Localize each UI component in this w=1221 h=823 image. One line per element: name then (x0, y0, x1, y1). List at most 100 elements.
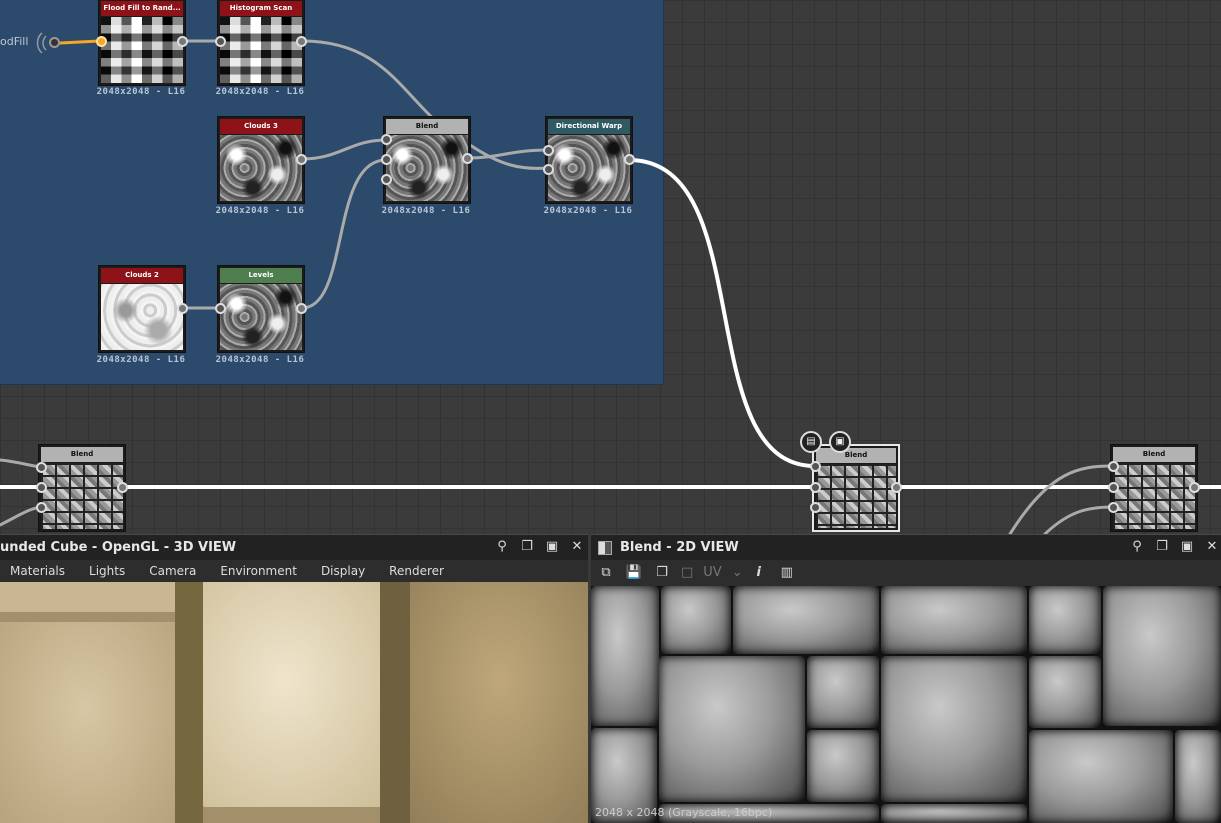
menu-lights[interactable]: Lights (89, 564, 125, 578)
output-port[interactable] (177, 303, 188, 314)
input-port[interactable] (381, 174, 392, 185)
output-port[interactable] (177, 36, 188, 47)
node-thumbnail (220, 284, 302, 350)
node-title: Histogram Scan (220, 1, 302, 16)
uv-display-icon[interactable]: □ (681, 564, 693, 582)
float-icon[interactable]: ❐ (1154, 539, 1170, 555)
copy-icon[interactable]: ❐ (653, 564, 671, 582)
node-title: Clouds 2 (101, 268, 183, 283)
input-port[interactable] (1108, 482, 1119, 493)
menu-bar-3d: Materials Lights Camera Environment Disp… (0, 560, 588, 582)
input-port[interactable] (215, 303, 226, 314)
input-port[interactable] (96, 36, 107, 47)
node-thumbnail (1113, 463, 1195, 529)
node-levels[interactable]: Levels (217, 265, 305, 353)
menu-renderer[interactable]: Renderer (389, 564, 444, 578)
stone-gap (380, 582, 410, 823)
viewport-3d[interactable] (0, 582, 588, 823)
input-port[interactable] (810, 482, 821, 493)
texture-slab (1175, 730, 1221, 823)
frame-input-port[interactable] (49, 37, 60, 48)
input-port[interactable] (36, 502, 47, 513)
maximize-icon[interactable]: ▣ (1179, 539, 1195, 555)
input-port[interactable] (810, 502, 821, 513)
node-resolution: 2048x2048 - L16 (381, 206, 471, 216)
menu-camera[interactable]: Camera (149, 564, 196, 578)
output-port[interactable] (296, 154, 307, 165)
texture-slab (1029, 586, 1101, 654)
input-port[interactable] (1108, 461, 1119, 472)
input-port[interactable] (36, 462, 47, 473)
node-blend-inner[interactable]: Blend (383, 116, 471, 204)
stone-gap (175, 582, 203, 823)
menu-display[interactable]: Display (321, 564, 365, 578)
node-clouds-2[interactable]: Clouds 2 (98, 265, 186, 353)
uv-dropdown[interactable]: UV (703, 564, 721, 582)
node-thumbnail (101, 17, 183, 83)
texture-slab (807, 656, 879, 728)
output-port[interactable] (296, 36, 307, 47)
panel-3d-view: unded Cube - OpenGL - 3D VIEW ⚲ ❐ ▣ ✕ Ma… (0, 534, 588, 823)
node-thumbnail (386, 135, 468, 201)
output-port[interactable] (296, 303, 307, 314)
viewport-2d[interactable]: 2048 x 2048 (Grayscale, 16bpc) (591, 586, 1221, 823)
pin-icon[interactable]: ⚲ (1129, 539, 1145, 555)
node-flood-fill-to-random[interactable]: Flood Fill to Rand... (98, 0, 186, 86)
output-port[interactable] (462, 153, 473, 164)
info-icon[interactable]: i (750, 564, 768, 582)
save-icon[interactable]: 💾 (625, 564, 643, 582)
node-title: Clouds 3 (220, 119, 302, 134)
output-port[interactable] (624, 154, 635, 165)
node-title: Blend (816, 448, 896, 463)
checker-icon[interactable]: ▣ (829, 431, 851, 453)
node-thumbnail (220, 17, 302, 83)
node-blend-right[interactable]: Blend (1110, 444, 1198, 532)
toolbar-2d: ⧉ 💾 ❐ □ UV ⌄ i ▥ (591, 560, 1221, 586)
panel-2d-title: Blend - 2D VIEW (591, 534, 1221, 561)
close-icon[interactable]: ✕ (569, 539, 585, 555)
document-icon[interactable]: ▤ (800, 431, 822, 453)
export-icon[interactable]: ⧉ (597, 564, 615, 582)
float-icon[interactable]: ❐ (519, 539, 535, 555)
frame-input-label: odFill (0, 35, 29, 48)
output-port[interactable] (117, 482, 128, 493)
texture-slab (591, 586, 659, 726)
node-histogram-scan[interactable]: Histogram Scan (217, 0, 305, 86)
node-title: Blend (386, 119, 468, 134)
output-port[interactable] (1189, 482, 1200, 493)
node-resolution: 2048x2048 - L16 (215, 206, 305, 216)
input-port[interactable] (543, 145, 554, 156)
maximize-icon[interactable]: ▣ (544, 539, 560, 555)
node-clouds-3[interactable]: Clouds 3 (217, 116, 305, 204)
histogram-icon[interactable]: ▥ (778, 564, 796, 582)
menu-materials[interactable]: Materials (10, 564, 65, 578)
node-graph-canvas[interactable]: odFill Flood Fill to Rand... 2048x2048 -… (0, 0, 1221, 534)
pin-icon[interactable]: ⚲ (494, 539, 510, 555)
node-title: Blend (1113, 447, 1195, 462)
input-port[interactable] (215, 36, 226, 47)
node-thumbnail (101, 284, 183, 350)
node-blend-left[interactable]: Blend (38, 444, 126, 532)
panel-2d-view: Blend - 2D VIEW ⚲ ❐ ▣ ✕ ⧉ 💾 ❐ □ UV ⌄ i ▥… (591, 534, 1221, 823)
input-port[interactable] (543, 164, 554, 175)
stone-tile (0, 622, 180, 823)
node-title: Flood Fill to Rand... (101, 1, 183, 16)
input-port[interactable] (36, 482, 47, 493)
input-port[interactable] (1108, 502, 1119, 513)
input-port[interactable] (810, 461, 821, 472)
chevron-down-icon: ⌄ (731, 565, 743, 580)
output-port[interactable] (891, 482, 902, 493)
texture-slab (733, 586, 879, 654)
menu-environment[interactable]: Environment (220, 564, 297, 578)
close-icon[interactable]: ✕ (1204, 539, 1220, 555)
node-resolution: 2048x2048 - L16 (215, 355, 305, 365)
input-port[interactable] (381, 134, 392, 145)
panel-3d-controls: ⚲ ❐ ▣ ✕ (494, 534, 585, 560)
input-port[interactable] (381, 154, 392, 165)
node-thumbnail (220, 135, 302, 201)
stone-tile (400, 582, 588, 823)
node-directional-warp[interactable]: Directional Warp (545, 116, 633, 204)
texture-slab (881, 656, 1027, 802)
node-blend-selected[interactable]: Blend (812, 444, 900, 532)
texture-slab (659, 656, 805, 802)
